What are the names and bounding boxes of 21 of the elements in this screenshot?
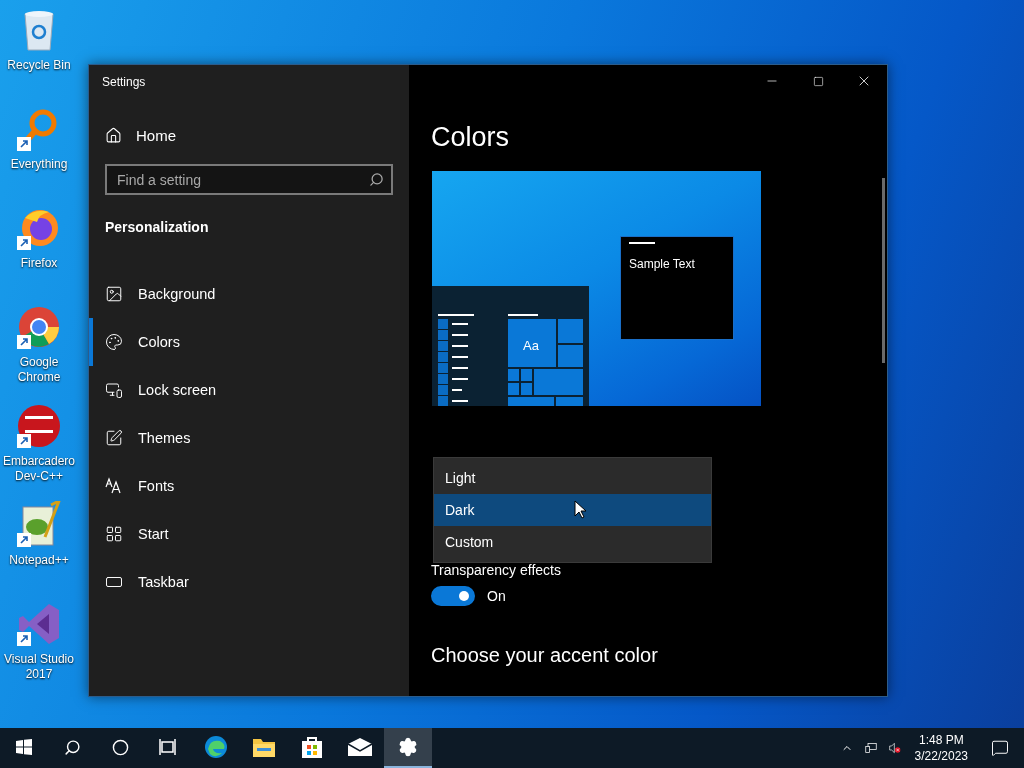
dropdown-option[interactable]: Custom (434, 526, 711, 558)
home-link[interactable]: Home (105, 127, 409, 144)
dropdown-option[interactable]: Dark (434, 494, 711, 526)
setting-label: Transparency effects (431, 562, 562, 578)
page-title: Colors (431, 122, 511, 153)
search-field[interactable]: Find a setting (105, 164, 393, 195)
nav-item[interactable]: Start (89, 510, 409, 558)
clock[interactable]: 1:48 PM 3/22/2023 (906, 732, 976, 764)
section-heading: Choose your accent color (431, 644, 659, 667)
nav-item[interactable]: Fonts (89, 462, 409, 510)
nav-item[interactable]: Taskbar (89, 558, 409, 606)
nav-item[interactable]: Lock screen (89, 366, 409, 414)
nav-item[interactable]: Themes (89, 414, 409, 462)
nav-item[interactable]: Background (89, 270, 409, 318)
section-heading: Personalization (105, 219, 210, 235)
sample-text: Sample Text (629, 257, 696, 271)
window-title: Settings (102, 75, 147, 89)
tile-text: Aa (523, 338, 539, 353)
toggle-state: On (487, 588, 506, 604)
dropdown-option[interactable]: Light (434, 462, 711, 494)
desktop-shortcut[interactable]: Visual Studio 2017 (0, 600, 78, 699)
